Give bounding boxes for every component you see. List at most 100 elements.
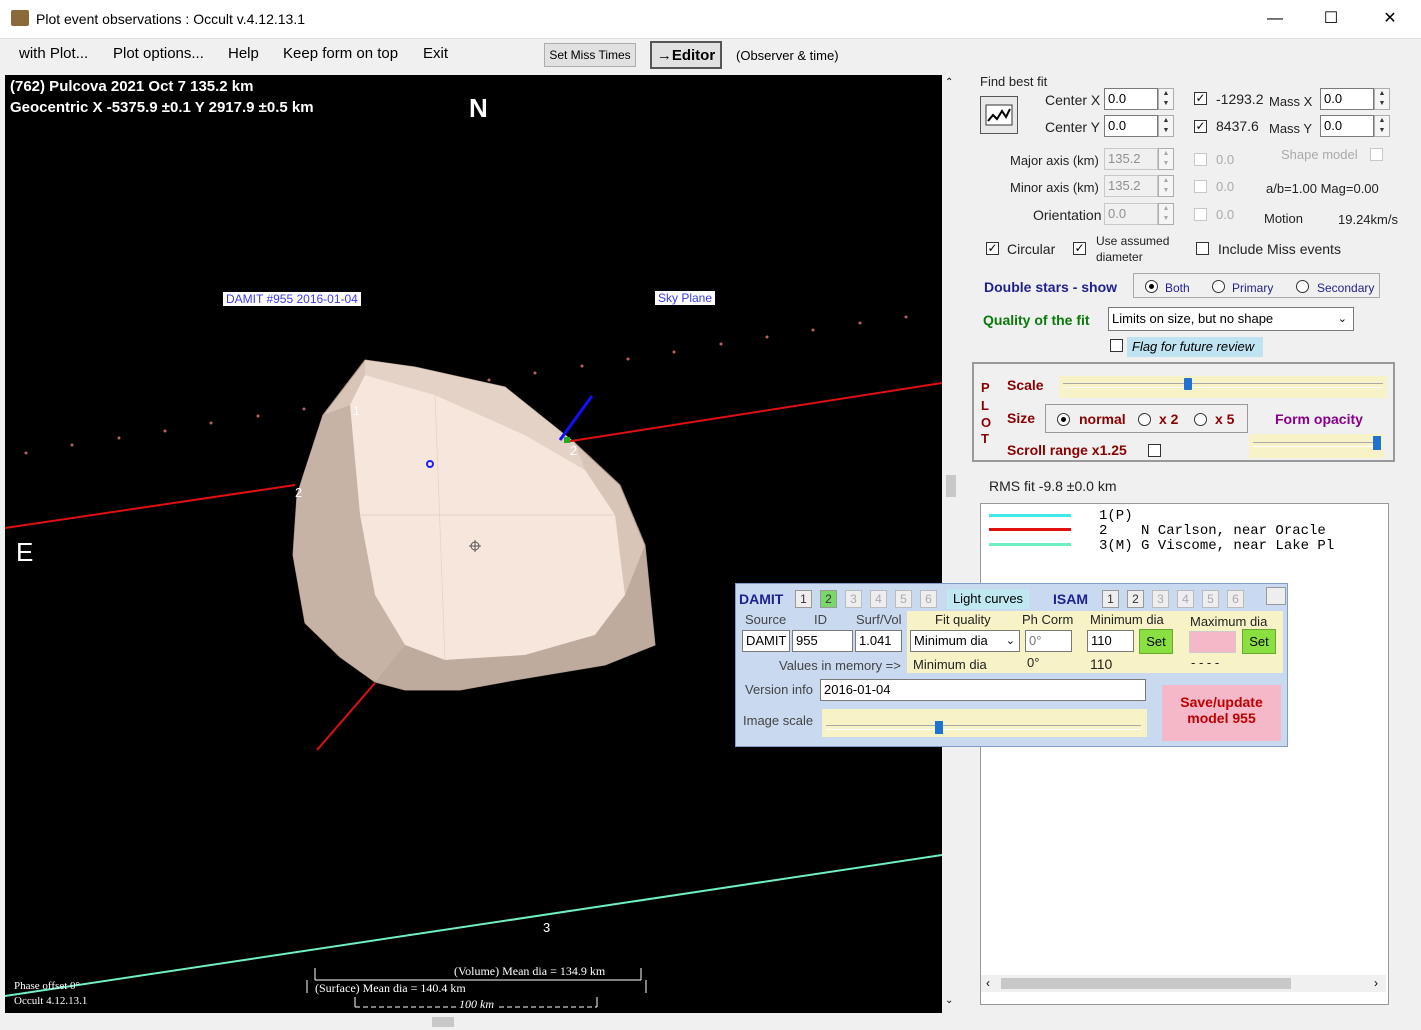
asteroid-shape	[292, 359, 656, 691]
max-dia-label: Maximum dia	[1190, 614, 1268, 629]
min-dia-label: Minimum dia	[1090, 612, 1164, 627]
rms-fit-label: RMS fit -9.8 ±0.0 km	[989, 478, 1117, 494]
save-update-button[interactable]: Save/update model 955	[1162, 685, 1281, 741]
minor-axis-input[interactable]: 135.2	[1104, 175, 1158, 197]
secondary-radio[interactable]	[1296, 280, 1309, 293]
both-radio[interactable]	[1145, 280, 1158, 293]
isam-model-2[interactable]: 2	[1127, 590, 1144, 608]
minimize-button[interactable]: —	[1246, 0, 1304, 38]
menu-keep-on-top[interactable]: Keep form on top	[283, 45, 398, 62]
primary-radio[interactable]	[1212, 280, 1225, 293]
size-x2-radio[interactable]	[1138, 413, 1151, 426]
orientation-checkbox[interactable]	[1194, 208, 1207, 221]
damit-model-2[interactable]: 2	[820, 590, 837, 608]
version-label: Occult 4.12.13.1	[14, 995, 88, 1007]
mass-y-spinner[interactable]: ▲ ▼	[1374, 115, 1390, 137]
center-y-spinner[interactable]: ▲ ▼	[1158, 115, 1174, 137]
image-scale-slider[interactable]	[822, 709, 1147, 737]
hscroll-thumb[interactable]	[432, 1017, 454, 1027]
damit-model-4[interactable]: 4	[870, 590, 887, 608]
damit-panel: DAMIT 1 2 3 4 5 6 Light curves ISAM 1 2 …	[735, 583, 1288, 747]
damit-model-1[interactable]: 1	[795, 590, 812, 608]
major-axis-spinner[interactable]: ▲ ▼	[1158, 148, 1174, 170]
orientation-spinner[interactable]: ▲ ▼	[1158, 203, 1174, 225]
scroll-down-icon[interactable]: ⌄	[945, 995, 953, 1006]
mass-x-input[interactable]: 0.0	[1320, 88, 1374, 110]
set-miss-times-button[interactable]: Set Miss Times	[544, 43, 636, 67]
fit-quality-select[interactable]: Minimum dia ⌄	[910, 630, 1020, 652]
maximize-button[interactable]: ☐	[1302, 0, 1360, 38]
form-opacity-slider-thumb[interactable]	[1373, 436, 1381, 450]
find-best-fit-button[interactable]	[980, 96, 1018, 134]
minor-axis-spinner[interactable]: ▲ ▼	[1158, 175, 1174, 197]
shape-model-checkbox[interactable]	[1370, 148, 1383, 161]
motion-label: Motion	[1264, 211, 1304, 226]
image-scale-slider-thumb[interactable]	[935, 721, 943, 734]
center-x-spinner[interactable]: ▲ ▼	[1158, 88, 1174, 110]
flag-review-checkbox[interactable]	[1110, 339, 1123, 352]
quality-select[interactable]: Limits on size, but no shape ⌄	[1108, 307, 1354, 331]
menu-plot-options[interactable]: Plot options...	[113, 45, 204, 62]
menu-exit[interactable]: Exit	[423, 45, 448, 62]
x-value-checkbox[interactable]: ✓	[1194, 92, 1207, 105]
legend-line-2	[989, 528, 1071, 531]
editor-button[interactable]: →Editor	[650, 41, 722, 69]
legend-scroll-right-icon[interactable]: ›	[1374, 976, 1378, 990]
orientation-input[interactable]: 0.0	[1104, 203, 1158, 225]
scroll-up-icon[interactable]: ⌃	[945, 77, 953, 88]
center-y-input[interactable]: 0.0	[1104, 115, 1158, 137]
legend-hscrollbar[interactable]: ‹ ›	[981, 975, 1386, 992]
plot-side-o: O	[981, 415, 992, 430]
center-y-label: Center Y	[1045, 119, 1100, 135]
isam-model-6[interactable]: 6	[1227, 590, 1244, 608]
size-x5-radio[interactable]	[1194, 413, 1207, 426]
major-axis-input[interactable]: 135.2	[1104, 148, 1158, 170]
minor-axis-checkbox[interactable]	[1194, 180, 1207, 193]
size-x5-label: x 5	[1215, 411, 1235, 427]
scroll-range-checkbox[interactable]	[1148, 444, 1161, 457]
isam-model-1[interactable]: 1	[1102, 590, 1119, 608]
size-normal-radio[interactable]	[1057, 413, 1070, 426]
ph-corr-input[interactable]: 0°	[1025, 630, 1072, 652]
form-opacity-label: Form opacity	[1275, 411, 1363, 427]
fit-quality-label: Fit quality	[935, 612, 991, 627]
isam-model-3[interactable]: 3	[1152, 590, 1169, 608]
circular-checkbox[interactable]: ✓	[986, 242, 999, 255]
center-x-input[interactable]: 0.0	[1104, 88, 1158, 110]
plot-canvas[interactable]: (762) Pulcova 2021 Oct 7 135.2 km Geocen…	[5, 75, 942, 1013]
legend-scroll-left-icon[interactable]: ‹	[986, 976, 990, 990]
source-label: Source	[745, 612, 787, 627]
form-opacity-slider[interactable]	[1249, 434, 1384, 458]
surface-dia-label: (Surface) Mean dia = 140.4 km	[315, 981, 466, 995]
scale-slider-thumb[interactable]	[1184, 378, 1192, 390]
damit-model-5[interactable]: 5	[895, 590, 912, 608]
menu-with-plot[interactable]: with Plot...	[19, 45, 88, 62]
y-value-checkbox[interactable]: ✓	[1194, 120, 1207, 133]
include-miss-checkbox[interactable]	[1196, 242, 1209, 255]
isam-model-4[interactable]: 4	[1177, 590, 1194, 608]
damit-close-button[interactable]	[1266, 587, 1286, 605]
plot-horizontal-scrollbar[interactable]	[5, 1013, 942, 1030]
min-dia-set-button[interactable]: Set	[1139, 629, 1173, 654]
mass-x-spinner[interactable]: ▲ ▼	[1374, 88, 1390, 110]
damit-model-6[interactable]: 6	[920, 590, 937, 608]
light-curves-button[interactable]: Light curves	[947, 589, 1029, 609]
ab-mag-label: a/b=1.00 Mag=0.00	[1266, 181, 1379, 196]
scale-bar-label: 100 km	[457, 997, 496, 1012]
major-axis-checkbox[interactable]	[1194, 153, 1207, 166]
mass-y-input[interactable]: 0.0	[1320, 115, 1374, 137]
window-title: Plot event observations : Occult v.4.12.…	[36, 11, 306, 27]
use-assumed-checkbox[interactable]: ✓	[1073, 242, 1086, 255]
max-dia-input[interactable]	[1189, 631, 1236, 653]
minor-axis-fit-value: 0.0	[1216, 179, 1235, 194]
damit-model-3[interactable]: 3	[845, 590, 862, 608]
panel-splitter[interactable]	[946, 476, 956, 496]
isam-model-5[interactable]: 5	[1202, 590, 1219, 608]
plot-vertical-scrollbar[interactable]: ⌃ ⌄	[942, 75, 959, 1013]
close-button[interactable]: ✕	[1361, 0, 1419, 38]
max-dia-set-button[interactable]: Set	[1242, 629, 1276, 654]
scale-slider[interactable]	[1059, 376, 1387, 398]
legend-scroll-thumb[interactable]	[1001, 978, 1291, 989]
menu-help[interactable]: Help	[228, 45, 259, 62]
min-dia-input[interactable]: 110	[1087, 630, 1134, 652]
